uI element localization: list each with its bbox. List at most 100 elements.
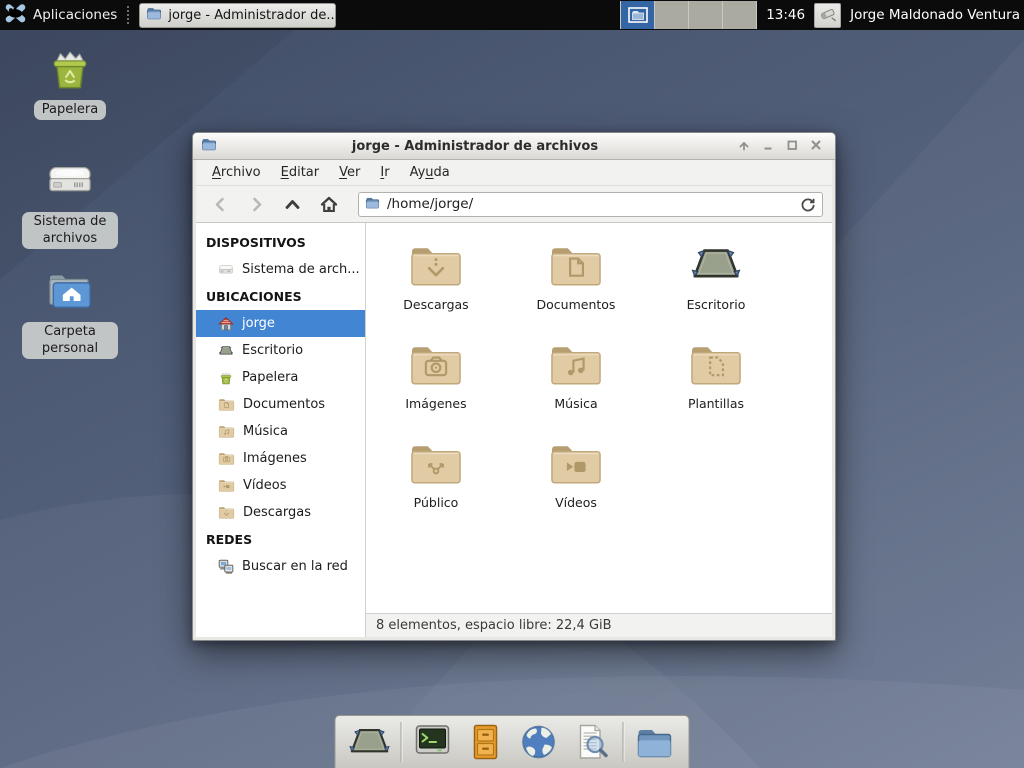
shade-button[interactable] [733, 136, 755, 156]
toolbar: /home/jorge/ [196, 186, 832, 223]
file-item-escritorio[interactable]: Escritorio [646, 233, 786, 332]
menu-ver[interactable]: Ver [329, 161, 370, 184]
location-bar[interactable]: /home/jorge/ [358, 192, 823, 217]
file-item-label: Vídeos [555, 495, 597, 510]
folder-music-icon [548, 336, 604, 388]
sidebar-item-papelera[interactable]: Papelera [196, 364, 365, 391]
file-item-plantillas[interactable]: Plantillas [646, 332, 786, 431]
sidebar-item-label: Documentos [243, 397, 325, 412]
trash-icon [218, 370, 234, 386]
desktop-icon-papelera[interactable]: Papelera [18, 48, 122, 120]
sidebar-item-label: Sistema de arch... [242, 262, 360, 277]
minimize-icon [760, 137, 776, 156]
taskbar-window-button[interactable]: jorge - Administrador de... [139, 3, 336, 28]
window-titlebar[interactable]: jorge - Administrador de archivos [193, 133, 835, 160]
file-item-imagenes[interactable]: Imágenes [366, 332, 506, 431]
sidebar-item-descargas[interactable]: Descargas [196, 499, 365, 526]
sidebar-item-escritorio[interactable]: Escritorio [196, 337, 365, 364]
file-item-videos[interactable]: Vídeos [506, 431, 646, 530]
harddrive-icon [218, 262, 234, 278]
network-icon [218, 559, 234, 575]
dock-separator [401, 722, 402, 762]
file-search-icon [572, 722, 612, 762]
sidebar-header-ubicaciones: UBICACIONES [196, 283, 365, 310]
back-button[interactable] [205, 190, 236, 218]
folder-public-icon [408, 435, 464, 487]
workspace-cell-2[interactable] [655, 1, 689, 29]
xfce-logo-icon [5, 3, 26, 28]
desktop-icon [218, 343, 234, 359]
sidebar-item-label: jorge [242, 316, 275, 331]
clock[interactable]: 13:46 [766, 7, 805, 23]
sidebar-item-imagenes[interactable]: Imágenes [196, 445, 365, 472]
reload-icon[interactable] [799, 196, 816, 213]
status-bar: 8 elementos, espacio libre: 22,4 GiB [366, 613, 832, 637]
sidebar-item-label: Escritorio [242, 343, 303, 358]
minimize-button[interactable] [757, 136, 779, 156]
window-title: jorge - Administrador de archivos [225, 139, 725, 154]
file-item-label: Plantillas [688, 396, 744, 411]
terminal-icon [413, 722, 453, 762]
workspace-cell-1[interactable] [621, 1, 655, 29]
up-button[interactable] [277, 190, 308, 218]
file-item-musica[interactable]: Música [506, 332, 646, 431]
home-icon [218, 316, 234, 332]
dock-item-file-manager[interactable] [633, 720, 677, 764]
menu-editar[interactable]: Editar [271, 161, 330, 184]
folder-pictures-icon [218, 451, 235, 466]
file-cabinet-icon [466, 722, 506, 762]
folder-pictures-icon [408, 336, 464, 388]
user-menu-button[interactable] [814, 3, 841, 28]
path-folder-icon [365, 195, 380, 214]
close-icon [808, 137, 824, 156]
file-item-label: Público [414, 495, 459, 510]
user-icon [820, 6, 836, 25]
applications-menu[interactable]: Aplicaciones [0, 0, 127, 30]
file-item-publico[interactable]: Público [366, 431, 506, 530]
sidebar-item-jorge[interactable]: jorge [196, 310, 365, 337]
path-text: /home/jorge/ [387, 196, 473, 212]
sidebar-item-buscar-en-la-red[interactable]: Buscar en la red [196, 553, 365, 580]
file-manager-window: jorge - Administrador de archivos Archiv… [192, 132, 836, 641]
file-item-descargas[interactable]: Descargas [366, 233, 506, 332]
desktop-icon-label: Sistema de archivos [22, 212, 118, 249]
dock-item-show-desktop[interactable] [348, 720, 392, 764]
top-panel: Aplicaciones jorge - Administrador de...… [0, 0, 1024, 30]
dock-item-web-browser[interactable] [517, 720, 561, 764]
bottom-dock [335, 715, 690, 768]
forward-button[interactable] [241, 190, 272, 218]
sidebar-item-musica[interactable]: Música [196, 418, 365, 445]
desktop-icon-carpeta-personal[interactable]: Carpeta personal [18, 270, 122, 359]
sidebar-item-videos[interactable]: Vídeos [196, 472, 365, 499]
menu-ayuda[interactable]: Ayuda [400, 161, 460, 184]
sidebar-item-sistema-de-arch[interactable]: Sistema de arch... [196, 256, 365, 283]
sidebar-item-label: Descargas [243, 505, 311, 520]
workspace-cell-4[interactable] [723, 1, 757, 29]
folder-documents-icon [548, 237, 604, 289]
dock-item-file-cabinet[interactable] [464, 720, 508, 764]
desktop-icon-sistema-de-archivos[interactable]: Sistema de archivos [18, 160, 122, 249]
file-item-label: Documentos [537, 297, 616, 312]
menu-archivo[interactable]: Archivo [202, 161, 271, 184]
sidebar-item-documentos[interactable]: Documentos [196, 391, 365, 418]
show-desktop-icon [347, 723, 393, 762]
dock-item-file-search[interactable] [570, 720, 614, 764]
close-button[interactable] [805, 136, 827, 156]
status-text: 8 elementos, espacio libre: 22,4 GiB [376, 618, 612, 633]
desktop-icon-label: Carpeta personal [22, 322, 118, 359]
panel-grip[interactable] [127, 6, 133, 24]
places-sidebar: DISPOSITIVOS Sistema de arch...UBICACION… [196, 223, 366, 637]
folder-downloads-icon [218, 505, 235, 520]
workspace-cell-3[interactable] [689, 1, 723, 29]
dock-item-terminal[interactable] [411, 720, 455, 764]
home-button[interactable] [313, 190, 344, 218]
folder-documents-icon [218, 397, 235, 412]
home-folder-icon [45, 270, 95, 316]
maximize-icon [784, 137, 800, 156]
workspace-pager[interactable] [620, 1, 757, 29]
file-item-documentos[interactable]: Documentos [506, 233, 646, 332]
desktop-icon [688, 237, 744, 289]
dock-separator [623, 722, 624, 762]
maximize-button[interactable] [781, 136, 803, 156]
menu-ir[interactable]: Ir [370, 161, 399, 184]
